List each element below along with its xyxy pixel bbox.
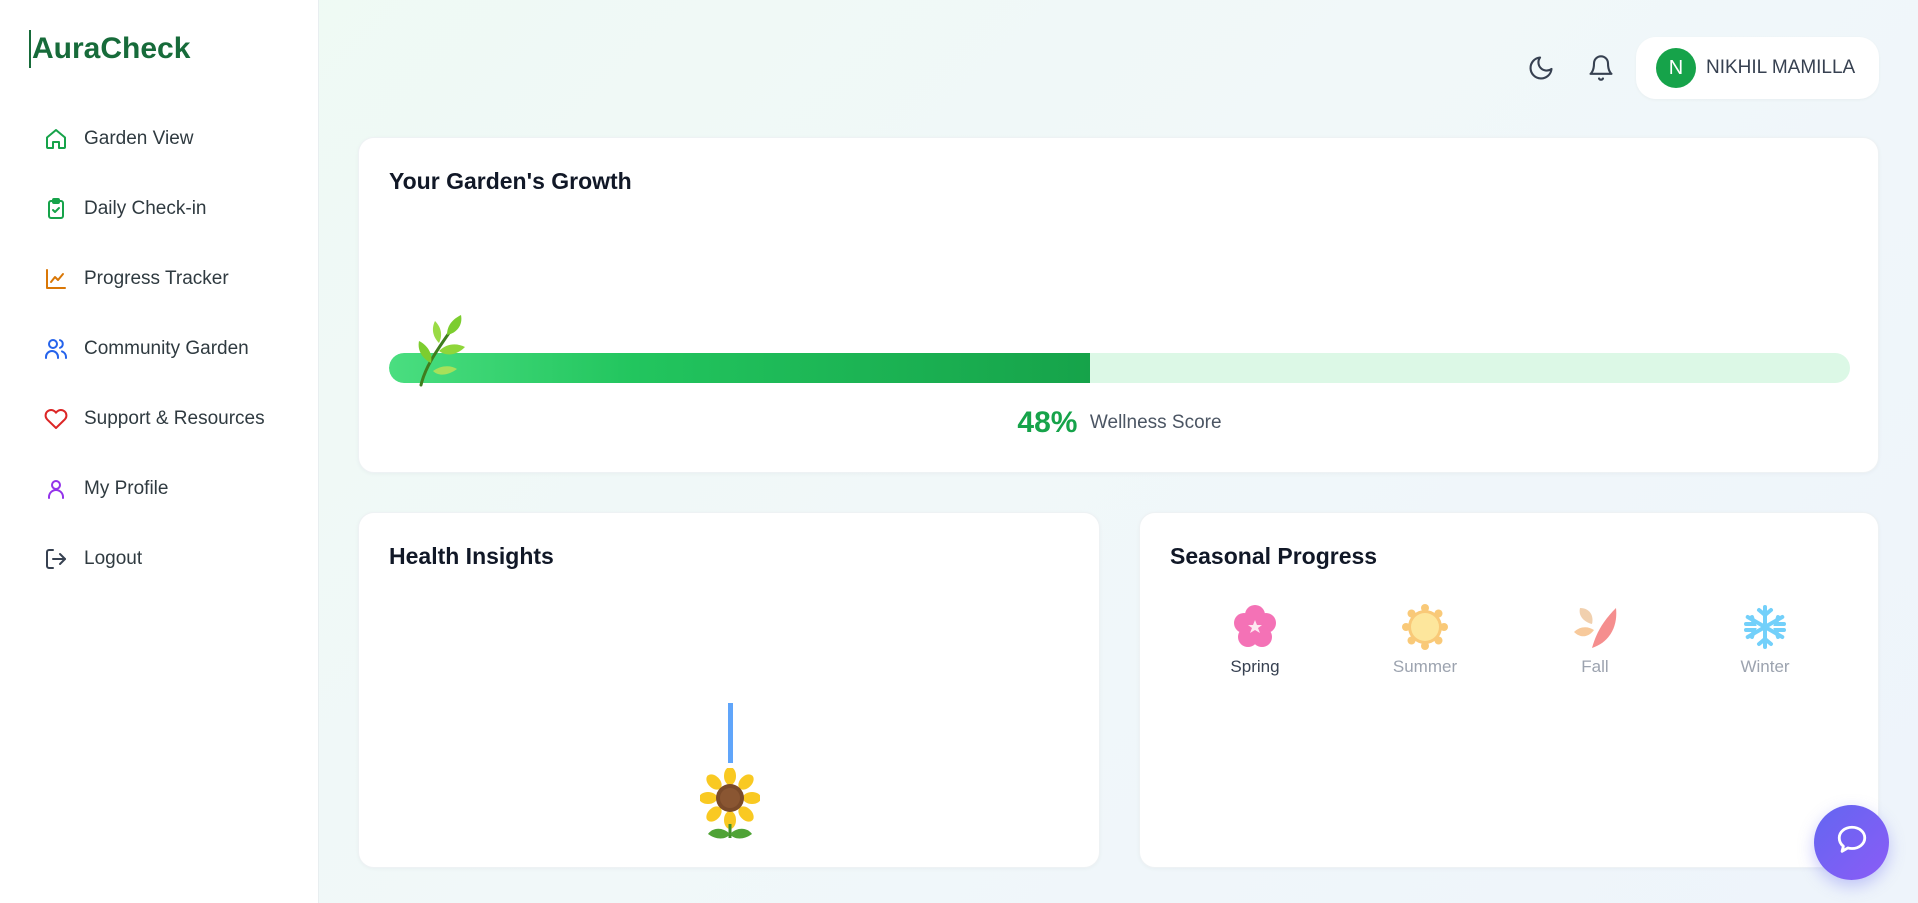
card-title: Your Garden's Growth xyxy=(389,168,632,194)
health-insights-card: Health Insights xyxy=(358,512,1100,868)
sidebar-item-label: Garden View xyxy=(84,128,194,149)
sidebar-item-label: My Profile xyxy=(84,478,169,499)
card-title: Health Insights xyxy=(389,543,554,569)
sidebar-nav: Garden View Daily Check-in Progress Trac… xyxy=(0,104,319,594)
sidebar-item-label: Progress Tracker xyxy=(84,268,229,289)
line-chart-icon xyxy=(44,267,68,291)
bell-icon[interactable] xyxy=(1584,51,1618,85)
sidebar-item-community-garden[interactable]: Community Garden xyxy=(0,314,319,384)
insight-stem-line xyxy=(728,703,733,763)
cherry-blossom-icon xyxy=(1231,603,1279,651)
avatar: N xyxy=(1656,48,1696,88)
sidebar-item-label: Daily Check-in xyxy=(84,198,207,219)
wellness-score: 48% Wellness Score xyxy=(359,406,1880,440)
sidebar-item-my-profile[interactable]: My Profile xyxy=(0,454,319,524)
users-icon xyxy=(44,337,68,361)
app-logo[interactable]: AuraCheck xyxy=(29,30,190,68)
season-winter[interactable]: Winter xyxy=(1680,603,1850,677)
user-name: NIKHIL MAMILLA xyxy=(1706,57,1856,78)
season-label: Fall xyxy=(1581,657,1609,676)
season-spring[interactable]: Spring xyxy=(1170,603,1340,677)
logout-icon xyxy=(44,547,68,571)
chat-bubble-icon xyxy=(1835,823,1869,862)
user-menu[interactable]: N NIKHIL MAMILLA xyxy=(1636,37,1879,99)
season-label: Winter xyxy=(1740,657,1790,676)
sidebar-item-progress-tracker[interactable]: Progress Tracker xyxy=(0,244,319,314)
wellness-progress-fill xyxy=(389,353,1091,383)
clipboard-check-icon xyxy=(44,197,68,221)
moon-icon[interactable] xyxy=(1524,51,1558,85)
sprout-icon xyxy=(409,313,473,387)
sidebar-item-label: Logout xyxy=(84,548,143,569)
chat-button[interactable] xyxy=(1814,805,1889,880)
wellness-score-label: Wellness Score xyxy=(1089,412,1222,433)
user-icon xyxy=(44,477,68,501)
season-summer[interactable]: Summer xyxy=(1340,603,1510,677)
heart-icon xyxy=(44,407,68,431)
sidebar-item-support-resources[interactable]: Support & Resources xyxy=(0,384,319,454)
season-list: Spring Summer Fall Winter xyxy=(1170,603,1850,677)
wellness-progress-bar xyxy=(389,353,1850,383)
sunflower-icon xyxy=(699,767,761,840)
home-icon xyxy=(44,127,68,151)
sidebar-item-logout[interactable]: Logout xyxy=(0,524,319,594)
seasonal-progress-card: Seasonal Progress Spring Summer Fall Win… xyxy=(1139,512,1879,868)
sun-icon xyxy=(1401,603,1449,651)
wellness-score-value: 48% xyxy=(1017,406,1078,439)
sidebar-item-label: Support & Resources xyxy=(84,408,265,429)
garden-growth-card: Your Garden's Growth 48% Wellness Score xyxy=(358,137,1879,473)
card-title: Seasonal Progress xyxy=(1170,543,1378,569)
fallen-leaf-icon xyxy=(1571,603,1619,651)
sidebar: AuraCheck Garden View Daily Check-in Pro… xyxy=(0,0,319,903)
season-label: Summer xyxy=(1392,657,1458,676)
snowflake-icon xyxy=(1741,603,1789,651)
sidebar-item-label: Community Garden xyxy=(84,338,249,359)
sidebar-item-garden-view[interactable]: Garden View xyxy=(0,104,319,174)
sidebar-item-daily-check-in[interactable]: Daily Check-in xyxy=(0,174,319,244)
season-label: Spring xyxy=(1230,657,1280,676)
season-fall[interactable]: Fall xyxy=(1510,603,1680,677)
